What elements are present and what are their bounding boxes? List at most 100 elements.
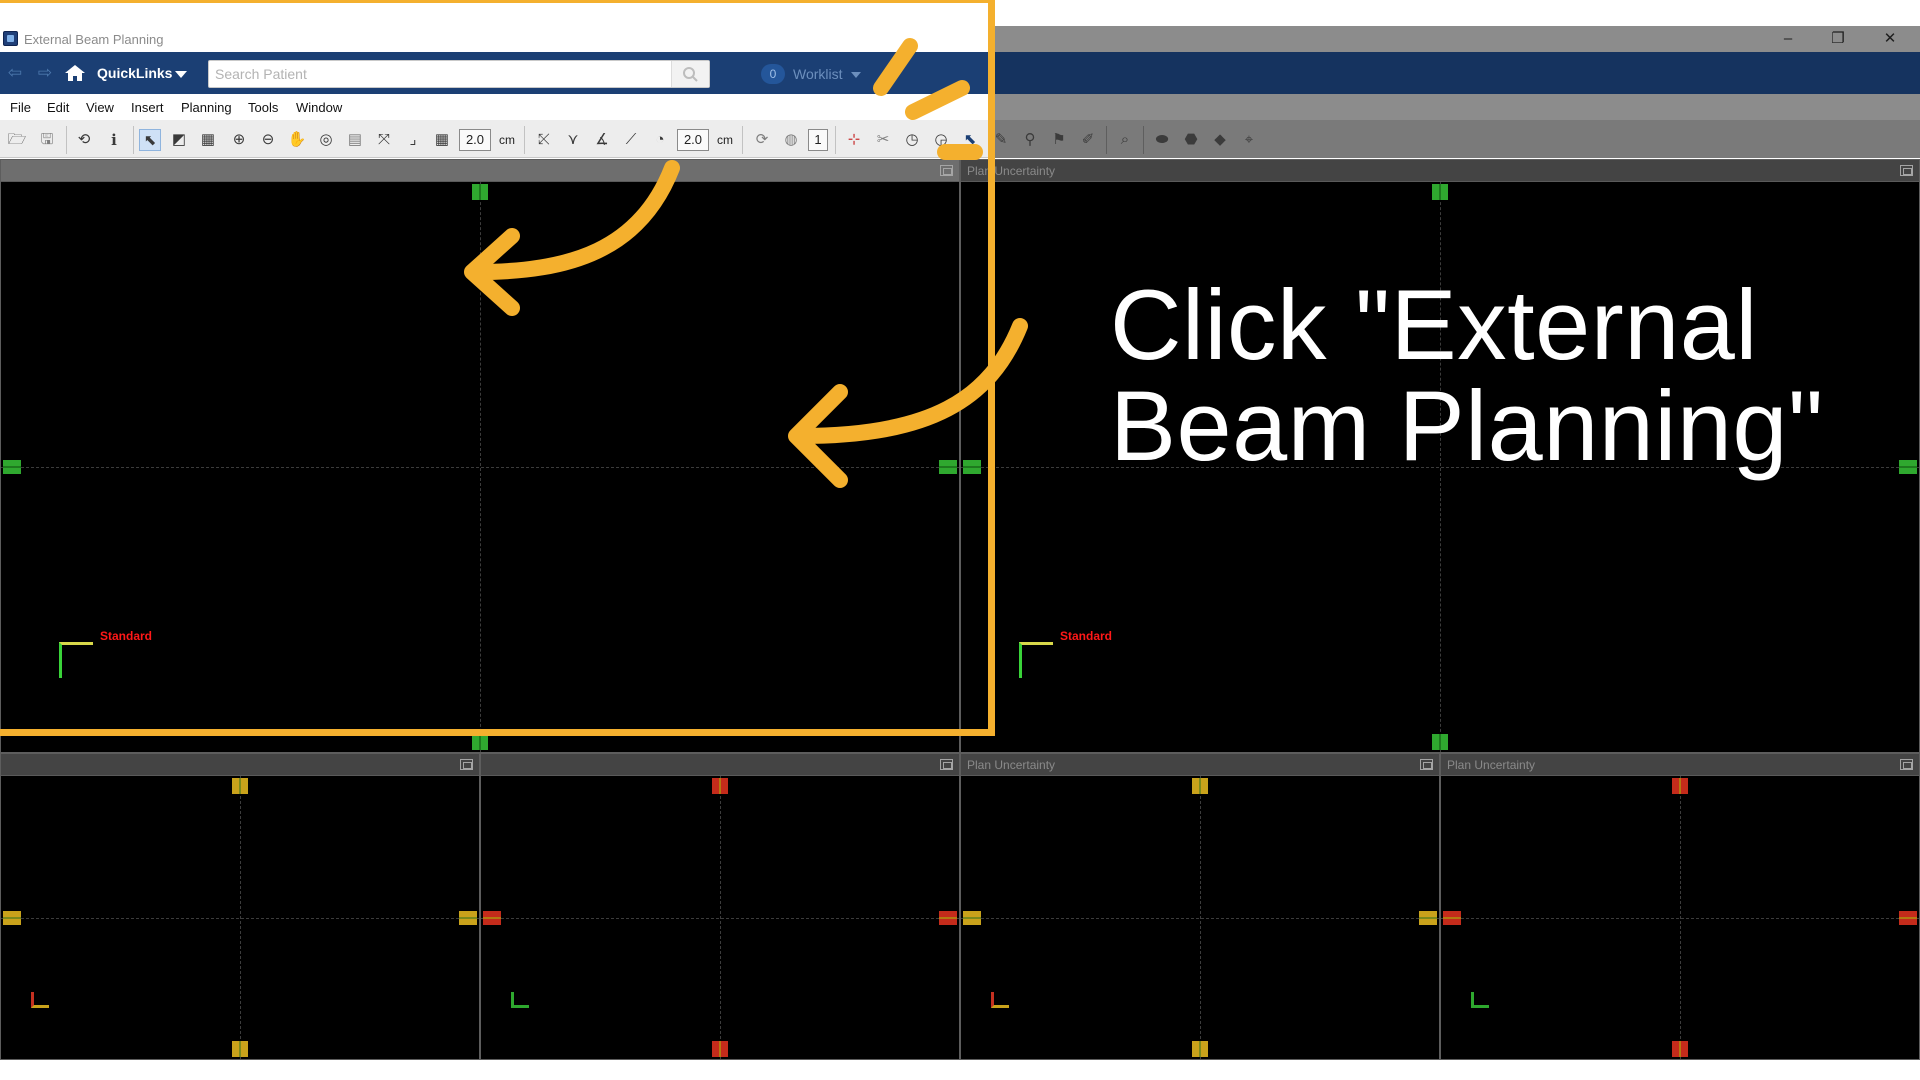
zoom-in-icon[interactable]: ⊕ (228, 129, 250, 151)
cube-icon[interactable]: ◆ (1209, 129, 1231, 151)
chevron-down-icon[interactable] (851, 72, 861, 78)
structure-icon[interactable]: ⬬ (1151, 129, 1173, 151)
toolbar-separator (133, 126, 134, 154)
target-icon[interactable]: ◎ (315, 129, 337, 151)
window-level-icon[interactable]: ◩ (168, 129, 190, 151)
grid-size-unit: cm (499, 133, 515, 147)
edge-marker-left (963, 911, 981, 925)
search-icon (683, 67, 698, 82)
worklist-count-badge: 0 (761, 64, 785, 84)
edge-marker-right (459, 911, 477, 925)
viewport-bottom-1[interactable] (0, 753, 480, 1060)
angle-icon[interactable]: ∡ (591, 129, 613, 151)
edit-icon[interactable]: ✎ (990, 129, 1012, 151)
open-folder-icon[interactable]: 🗁 (6, 129, 28, 151)
marker-icon[interactable]: ⚑ (1048, 129, 1070, 151)
menu-window[interactable]: Window (296, 100, 342, 115)
beam-edit-icon[interactable]: ✂ (872, 129, 894, 151)
line-measure-icon[interactable]: ⟋ (620, 129, 642, 151)
chevron-down-icon[interactable] (175, 71, 187, 78)
edge-marker-top (712, 778, 728, 794)
grid-size-value[interactable]: 2.0 (459, 129, 491, 151)
grid-layout-icon[interactable]: ▤ (344, 129, 366, 151)
point-icon[interactable]: ⚲ (1019, 129, 1041, 151)
edge-marker-left (483, 911, 501, 925)
center-icon[interactable]: ⌖ (1238, 129, 1260, 151)
contour-icon[interactable]: ✐ (1077, 129, 1099, 151)
select-pointer-icon[interactable]: ⬉ (139, 129, 161, 151)
edge-marker-left (3, 911, 21, 925)
viewport-bottom-3[interactable]: Plan Uncertainty (960, 753, 1440, 1060)
beam-add-icon[interactable]: ⊹ (843, 129, 865, 151)
pan-hand-icon[interactable]: ✋ (286, 129, 308, 151)
search-input[interactable] (215, 64, 665, 84)
menu-file[interactable]: File (10, 100, 31, 115)
fit-icon[interactable]: ⤧ (373, 129, 395, 151)
menu-edit[interactable]: Edit (47, 100, 69, 115)
timer-icon[interactable]: ◷ (901, 129, 923, 151)
save-icon[interactable]: 🖫 (36, 129, 58, 151)
standard-label: Standard (100, 629, 153, 643)
viewport-header: Plan Uncertainty (1441, 754, 1919, 776)
cursor-tool-icon[interactable]: ⬉ (959, 129, 981, 151)
back-arrow-icon[interactable]: ⇦ (6, 64, 24, 82)
viewport-top-left[interactable]: Standard (0, 159, 960, 753)
viewport-bottom-2[interactable] (480, 753, 960, 1060)
viewport-bottom-4[interactable]: Plan Uncertainty (1440, 753, 1920, 1060)
layer-number-field[interactable]: 1 (808, 129, 828, 151)
maximize-icon[interactable] (1420, 759, 1433, 770)
menu-insert[interactable]: Insert (131, 100, 164, 115)
circle-measure-icon[interactable]: ◔ (649, 129, 671, 151)
menu-view[interactable]: View (86, 100, 114, 115)
edge-marker-right (1899, 460, 1917, 474)
edge-marker-left (1443, 911, 1461, 925)
viewport-title: Plan Uncertainty (1447, 758, 1536, 772)
forward-arrow-icon[interactable]: ⇨ (36, 64, 54, 82)
edge-marker-bottom (712, 1041, 728, 1057)
zoom-out-icon[interactable]: ⊖ (257, 129, 279, 151)
viewport-header (1, 160, 959, 182)
measure-size-value[interactable]: 2.0 (677, 129, 709, 151)
close-button[interactable]: ✕ (1868, 26, 1912, 52)
edge-marker-left (963, 460, 981, 474)
viewport-header (1, 754, 479, 776)
home-icon[interactable] (64, 64, 86, 82)
edge-marker-right (1899, 911, 1917, 925)
orientation-indicator (1471, 992, 1489, 1008)
edge-marker-right (939, 460, 957, 474)
magnify-icon[interactable]: ⌕ (1114, 129, 1136, 151)
maximize-icon[interactable] (1900, 759, 1913, 770)
maximize-icon[interactable] (1900, 165, 1913, 176)
maximize-icon[interactable] (460, 759, 473, 770)
search-button[interactable] (671, 61, 709, 87)
maximize-icon[interactable] (940, 165, 953, 176)
quicklinks-menu[interactable]: QuickLinks (97, 65, 172, 81)
orientation-icon[interactable]: ⟲ (73, 129, 95, 151)
search-box[interactable] (208, 60, 710, 88)
menu-planning[interactable]: Planning (181, 100, 232, 115)
rotate-icon[interactable]: ⟳ (751, 129, 773, 151)
grid-icon[interactable]: ▦ (431, 129, 453, 151)
viewport-header: Plan Uncertainty (961, 160, 1919, 182)
toolbar-separator (524, 126, 525, 154)
menu-tools[interactable]: Tools (248, 100, 278, 115)
clock-icon[interactable]: ◶ (930, 129, 952, 151)
maximize-icon[interactable] (940, 759, 953, 770)
edge-marker-right (1419, 911, 1437, 925)
info-icon[interactable]: i (103, 129, 125, 151)
worklist-menu[interactable]: Worklist (793, 66, 843, 82)
orientation-indicator (511, 992, 529, 1008)
edge-marker-bottom (232, 1041, 248, 1057)
ruler-corner-icon[interactable]: ⌟ (402, 129, 424, 151)
angle-measure-icon[interactable]: ⋎ (562, 129, 584, 151)
minimize-button[interactable]: – (1766, 26, 1810, 52)
measure-icon[interactable]: ⤪ (533, 129, 555, 151)
sphere-icon[interactable]: ◍ (780, 129, 802, 151)
window-preset-icon[interactable]: ▦ (197, 129, 219, 151)
standard-label: Standard (1060, 629, 1113, 643)
crosshair-horizontal (481, 918, 959, 919)
organ-icon[interactable]: ⬣ (1180, 129, 1202, 151)
orientation-indicator (991, 992, 1009, 1008)
restore-button[interactable]: ❐ (1816, 26, 1860, 52)
edge-marker-left (3, 460, 21, 474)
